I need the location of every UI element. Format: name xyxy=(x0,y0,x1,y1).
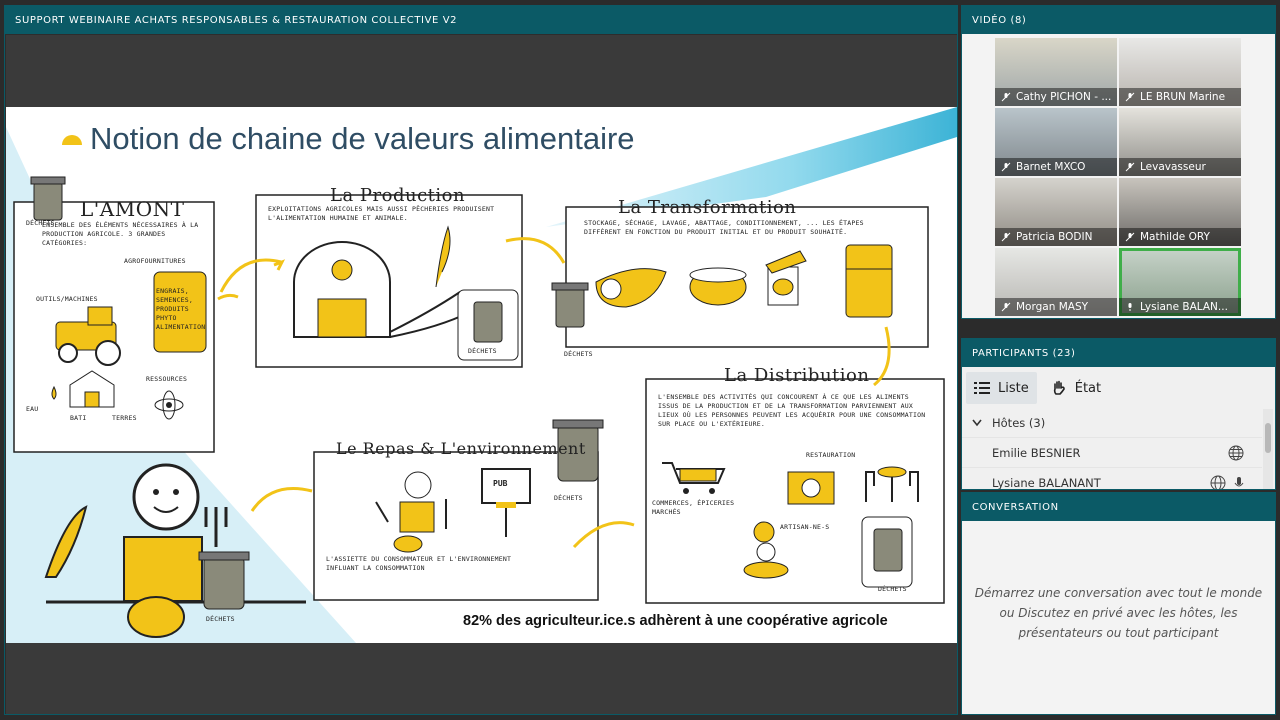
distribution-artisans: ARTISAN-NE-S xyxy=(780,523,830,531)
distribution-restauration: RESTAURATION xyxy=(806,451,856,459)
mic-muted-icon xyxy=(1001,232,1011,242)
list-view-button[interactable]: Liste xyxy=(966,372,1037,404)
amont-eau: EAU xyxy=(26,405,39,413)
production-heading: La Production xyxy=(330,185,466,206)
amont-agrofournitures: AGROFOURNITURES xyxy=(124,257,186,265)
status-view-label: État xyxy=(1074,380,1102,396)
video-tile[interactable]: Barnet MXCO xyxy=(995,108,1117,176)
distribution-commerces: COMMERCES, ÉPICERIES MARCHÉS xyxy=(652,499,735,516)
slide: Notion de chaine de valeurs alimentaire … xyxy=(6,107,957,643)
amont-bag-text: ENGRAIS, SEMENCES, PRODUITS PHYTO ALIMEN… xyxy=(156,287,206,331)
participants-list: Hôtes (3) Emilie BESNIER Lysiane BALANAN… xyxy=(962,409,1262,489)
video-tile[interactable]: Cathy PICHON - ... xyxy=(995,38,1117,106)
share-pod: SUPPORT WEBINAIRE ACHATS RESPONSABLES & … xyxy=(4,5,958,715)
video-pod: VIDÉO (8) Cathy PICHON - ... LE BRUN Mar… xyxy=(961,5,1276,319)
scrollbar-thumb[interactable] xyxy=(1265,423,1271,453)
participant-name: Lysiane BALANANT xyxy=(992,475,1101,490)
video-tile[interactable]: Patricia BODIN xyxy=(995,178,1117,246)
video-tile-name: Cathy PICHON - ... xyxy=(1016,91,1112,103)
video-tile-name: Mathilde ORY xyxy=(1140,231,1210,243)
mic-muted-icon xyxy=(1125,232,1135,242)
share-area: Notion de chaine de valeurs alimentaire … xyxy=(6,35,957,714)
video-tile-name: Barnet MXCO xyxy=(1016,161,1086,173)
transformation-dechets: DÉCHETS xyxy=(564,350,593,358)
mic-icon xyxy=(1128,303,1132,311)
adobe-connect-room: SUPPORT WEBINAIRE ACHATS RESPONSABLES & … xyxy=(0,0,1280,720)
video-tile-label: LE BRUN Marine xyxy=(1119,88,1241,106)
participants-view-toolbar: Liste État xyxy=(962,369,1275,407)
production-dechets: DÉCHETS xyxy=(468,347,497,355)
amont-bati: BATI xyxy=(70,414,87,422)
hosts-group-label: Hôtes (3) xyxy=(992,416,1046,430)
raise-hand-icon xyxy=(1053,380,1065,395)
participants-pod: PARTICIPANTS (23) Liste État Hôtes (3) E… xyxy=(961,338,1276,490)
amont-description: ENSEMBLE DES ÉLÉMENTS NÉCESSAIRES À LA P… xyxy=(42,221,199,247)
repas-heading: Le Repas & L'environnement xyxy=(336,439,586,458)
hosts-group-header[interactable]: Hôtes (3) xyxy=(962,409,1262,437)
mic-muted-icon xyxy=(1001,302,1011,312)
amont-ressources: RESSOURCES xyxy=(146,375,188,383)
amont-heading: L'AMONT xyxy=(80,197,185,221)
participant-row[interactable]: Lysiane BALANANT xyxy=(962,467,1262,489)
mic-muted-icon xyxy=(1125,162,1135,172)
transformation-heading: La Transformation xyxy=(618,197,797,218)
video-tile-label: Cathy PICHON - ... xyxy=(995,88,1117,106)
video-tile-label: Levavasseur xyxy=(1119,158,1241,176)
video-tile-label: Patricia BODIN xyxy=(995,228,1117,246)
chat-pod: CONVERSATION Démarrez une conversation a… xyxy=(961,492,1276,715)
distribution-description: L'ENSEMBLE DES ACTIVITÉS QUI CONCOURENT … xyxy=(658,393,926,428)
video-tile[interactable]: Mathilde ORY xyxy=(1119,178,1241,246)
video-tile[interactable]: LE BRUN Marine xyxy=(1119,38,1241,106)
chat-empty-message: Démarrez une conversation avec tout le m… xyxy=(974,586,1263,640)
slide-title: Notion de chaine de valeurs alimentaire xyxy=(90,121,635,156)
video-tile-name: LE BRUN Marine xyxy=(1140,91,1226,103)
video-pod-title: VIDÉO (8) xyxy=(962,6,1275,34)
participants-pod-title: PARTICIPANTS (23) xyxy=(962,339,1275,367)
repas-dechets: DÉCHETS xyxy=(554,494,583,502)
amont-terres: TERRES xyxy=(112,414,137,422)
video-tile[interactable]: Levavasseur xyxy=(1119,108,1241,176)
globe-icon xyxy=(1210,475,1226,489)
mic-muted-icon xyxy=(1125,92,1135,102)
status-view-button[interactable]: État xyxy=(1043,372,1109,404)
amont-outils: OUTILS/MACHINES xyxy=(36,295,98,303)
list-icon xyxy=(974,382,990,394)
slide-footer-stat: 82% des agriculteur.ice.s adhèrent à une… xyxy=(463,613,888,629)
video-grid: Cathy PICHON - ... LE BRUN Marine Barnet… xyxy=(995,38,1243,316)
mic-muted-icon xyxy=(1001,92,1011,102)
distribution-heading: La Distribution xyxy=(724,365,870,386)
consumer-dechets: DÉCHETS xyxy=(206,615,235,623)
video-tile[interactable]: Morgan MASY xyxy=(995,248,1117,316)
mic-icon xyxy=(1234,477,1244,487)
video-tile-label: Barnet MXCO xyxy=(995,158,1117,176)
participant-row[interactable]: Emilie BESNIER xyxy=(962,437,1262,467)
repas-description: L'ASSIETTE DU CONSOMMATEUR ET L'ENVIRONN… xyxy=(326,555,512,572)
transformation-description: STOCKAGE, SÉCHAGE, LAVAGE, ABATTAGE, CON… xyxy=(584,219,864,236)
participants-scrollbar[interactable] xyxy=(1263,409,1273,489)
mic-muted-icon xyxy=(1001,162,1011,172)
video-tile-active-speaker[interactable]: Lysiane BALAN... xyxy=(1119,248,1241,316)
video-tile-name: Lysiane BALAN... xyxy=(1140,301,1228,313)
chevron-down-icon xyxy=(972,419,982,427)
video-tile-label: Lysiane BALAN... xyxy=(1119,298,1241,316)
participant-status-icons xyxy=(1210,475,1244,489)
share-pod-title: SUPPORT WEBINAIRE ACHATS RESPONSABLES & … xyxy=(5,6,957,34)
video-tile-name: Levavasseur xyxy=(1140,161,1206,173)
chat-pod-title: CONVERSATION xyxy=(962,493,1275,521)
repas-pub: PUB xyxy=(493,479,508,488)
participant-name: Emilie BESNIER xyxy=(992,445,1081,460)
participant-status-icons xyxy=(1228,445,1244,461)
video-tile-label: Morgan MASY xyxy=(995,298,1117,316)
video-tile-name: Morgan MASY xyxy=(1016,301,1089,313)
video-tile-name: Patricia BODIN xyxy=(1016,231,1093,243)
distribution-dechets: DÉCHETS xyxy=(878,585,907,593)
video-tile-label: Mathilde ORY xyxy=(1119,228,1241,246)
production-description: EXPLOITATIONS AGRICOLES MAIS AUSSI PÊCHE… xyxy=(268,205,495,222)
globe-icon xyxy=(1228,445,1244,461)
list-view-label: Liste xyxy=(998,380,1029,396)
